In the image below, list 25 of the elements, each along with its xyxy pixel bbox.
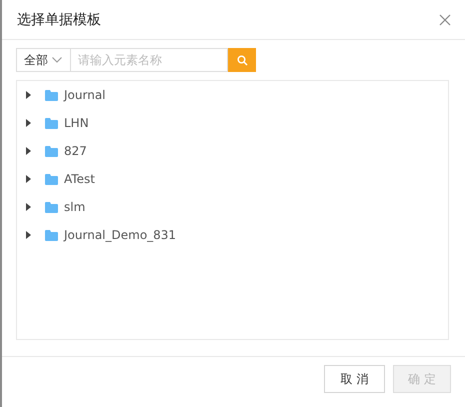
tree-item-label[interactable]: slm [64,200,86,214]
folder-icon [45,90,58,100]
caret-right-icon[interactable] [23,90,33,100]
search-icon [236,54,248,66]
caret-right-icon[interactable] [23,174,33,184]
tree-item-label[interactable]: Journal [64,88,106,102]
tree-item-label[interactable]: Journal_Demo_831 [64,228,176,242]
tree-item-label[interactable]: LHN [64,116,89,130]
search-field[interactable]: 请输入元素名称 [71,48,228,72]
folder-icon [45,174,58,184]
tree-item-label[interactable]: ATest [64,172,95,186]
scope-dropdown[interactable]: 全部 [16,48,71,72]
dialog-title: 选择单据模板 [17,10,101,28]
caret-right-icon[interactable] [23,230,33,240]
cancel-button[interactable]: 取消 [324,365,385,393]
caret-right-icon[interactable] [23,202,33,212]
tree-item-label[interactable]: 827 [64,144,87,158]
caret-right-icon[interactable] [23,146,33,156]
folder-icon [45,118,58,128]
chevron-down-icon [52,57,62,63]
folder-icon [45,146,58,156]
caret-right-icon[interactable] [23,118,33,128]
folder-icon [45,230,58,240]
close-icon[interactable] [439,14,451,26]
folder-icon [45,202,58,212]
